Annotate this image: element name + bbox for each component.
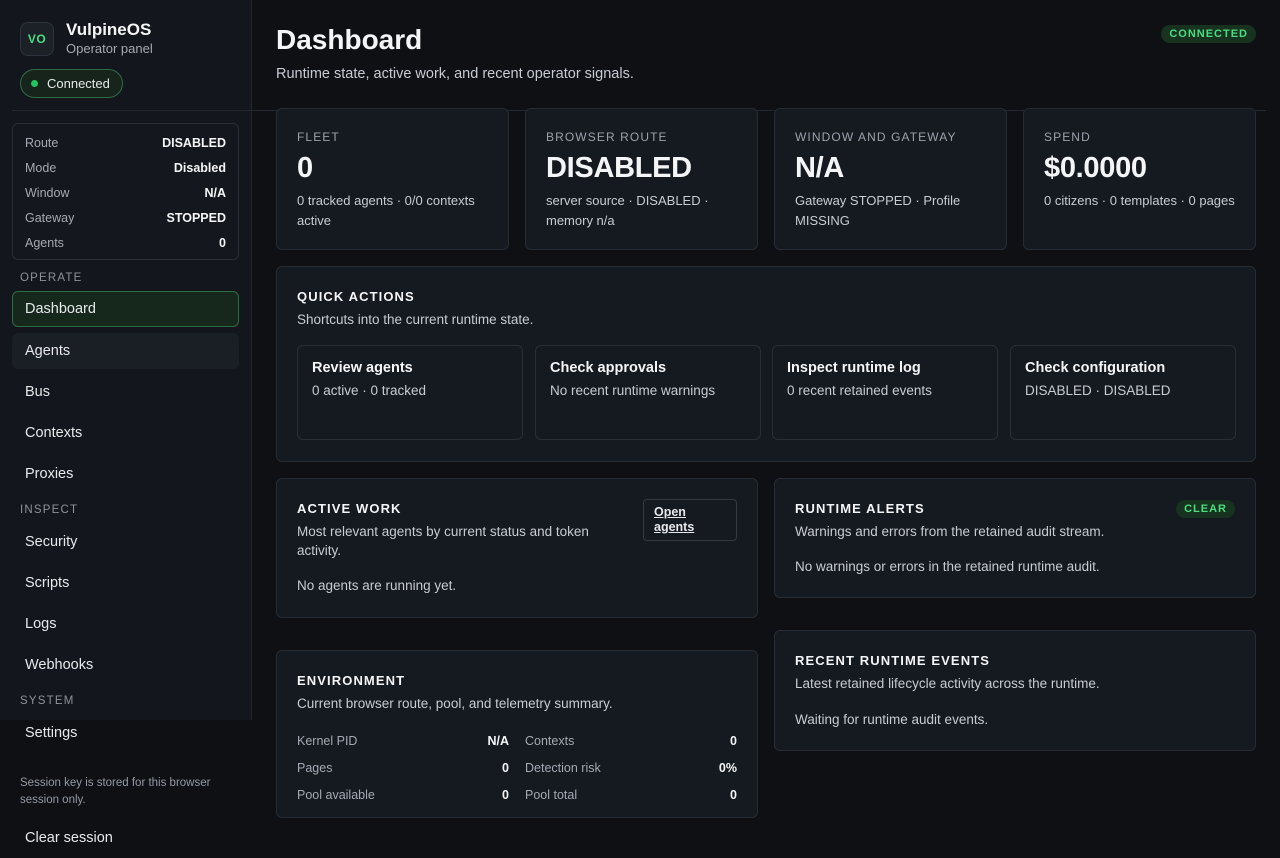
- env-row: Kernel PID N/A Contexts 0: [297, 727, 737, 754]
- environment-panel: ENVIRONMENT Current browser route, pool,…: [276, 650, 758, 818]
- alerts-clear-badge: CLEAR: [1176, 500, 1235, 518]
- status-row-agents: Agents 0: [25, 235, 226, 250]
- page-title: Dashboard: [276, 24, 423, 55]
- quick-actions-title: QUICK ACTIONS: [297, 289, 415, 304]
- stat-card-spend: SPEND $0.0000 0 citizens · 0 templates ·…: [1023, 108, 1256, 250]
- nav-section-operate: OPERATE: [20, 272, 83, 284]
- recent-events-panel: RECENT RUNTIME EVENTS Latest retained li…: [774, 630, 1256, 751]
- environment-title: ENVIRONMENT: [297, 673, 406, 688]
- env-pool-available: Pool available 0: [297, 787, 509, 802]
- quick-actions-panel: QUICK ACTIONS Shortcuts into the current…: [276, 266, 1256, 462]
- environment-metrics: Kernel PID N/A Contexts 0 Pages 0 Detect…: [297, 727, 737, 808]
- env-detection-risk: Detection risk 0%: [525, 760, 737, 775]
- status-row-window: Window N/A: [25, 185, 226, 200]
- sidebar-item-dashboard[interactable]: Dashboard: [12, 291, 239, 327]
- active-work-title: ACTIVE WORK: [297, 501, 402, 516]
- env-pages: Pages 0: [297, 760, 509, 775]
- brand: VO VulpineOS Operator panel: [20, 20, 153, 58]
- sidebar-item-bus[interactable]: Bus: [12, 374, 239, 410]
- clear-session-button[interactable]: Clear session: [12, 820, 239, 856]
- sidebar-item-contexts[interactable]: Contexts: [12, 415, 239, 451]
- connected-badge: CONNECTED: [1161, 25, 1256, 43]
- sidebar-item-agents[interactable]: Agents: [12, 333, 239, 369]
- sidebar-item-settings[interactable]: Settings: [12, 715, 239, 751]
- runtime-alerts-empty: No warnings or errors in the retained ru…: [795, 559, 1100, 574]
- nav-section-system: SYSTEM: [20, 695, 75, 707]
- sidebar-item-security[interactable]: Security: [12, 524, 239, 560]
- open-agents-button[interactable]: Open agents: [643, 499, 737, 541]
- runtime-alerts-panel: RUNTIME ALERTS CLEAR Warnings and errors…: [774, 478, 1256, 598]
- stat-card-window-gateway: WINDOW AND GATEWAY N/A Gateway STOPPED ·…: [774, 108, 1007, 250]
- sidebar-item-scripts[interactable]: Scripts: [12, 565, 239, 601]
- nav-section-inspect: INSPECT: [20, 504, 79, 516]
- recent-events-empty: Waiting for runtime audit events.: [795, 712, 989, 727]
- runtime-alerts-desc: Warnings and errors from the retained au…: [795, 524, 1105, 539]
- brand-logo: VO: [20, 22, 54, 56]
- status-row-gateway: Gateway STOPPED: [25, 210, 226, 225]
- connection-label: Connected: [47, 76, 110, 91]
- status-row-route: Route DISABLED: [25, 135, 226, 150]
- stat-card-fleet: FLEET 0 0 tracked agents · 0/0 contexts …: [276, 108, 509, 250]
- env-pool-total: Pool total 0: [525, 787, 737, 802]
- page-subtitle: Runtime state, active work, and recent o…: [276, 66, 634, 82]
- brand-subtitle: Operator panel: [66, 41, 153, 56]
- environment-desc: Current browser route, pool, and telemet…: [297, 696, 613, 711]
- recent-events-desc: Latest retained lifecycle activity acros…: [795, 676, 1100, 691]
- active-work-panel: ACTIVE WORK Most relevant agents by curr…: [276, 478, 758, 618]
- brand-name: VulpineOS: [66, 20, 152, 39]
- env-contexts: Contexts 0: [525, 733, 737, 748]
- recent-events-title: RECENT RUNTIME EVENTS: [795, 653, 991, 668]
- quick-action-inspect-runtime-log[interactable]: Inspect runtime log 0 recent retained ev…: [772, 345, 998, 440]
- sidebar-item-proxies[interactable]: Proxies: [12, 456, 239, 492]
- quick-action-check-approvals[interactable]: Check approvals No recent runtime warnin…: [535, 345, 761, 440]
- runtime-alerts-title: RUNTIME ALERTS: [795, 501, 925, 516]
- session-note: Session key is stored for this browser s…: [20, 777, 211, 806]
- active-work-desc: Most relevant agents by current status a…: [297, 524, 589, 558]
- quick-action-check-configuration[interactable]: Check configuration DISABLED · DISABLED: [1010, 345, 1236, 440]
- sidebar-item-webhooks[interactable]: Webhooks: [12, 647, 239, 683]
- quick-action-review-agents[interactable]: Review agents 0 active · 0 tracked: [297, 345, 523, 440]
- runtime-status-summary: Route DISABLED Mode Disabled Window N/A …: [12, 123, 239, 260]
- status-row-mode: Mode Disabled: [25, 160, 226, 175]
- active-work-empty: No agents are running yet.: [297, 578, 457, 593]
- quick-actions-desc: Shortcuts into the current runtime state…: [297, 312, 534, 327]
- sidebar-item-logs[interactable]: Logs: [12, 606, 239, 642]
- stat-card-browser-route: BROWSER ROUTE DISABLED server source · D…: [525, 108, 758, 250]
- connection-status-pill: Connected: [20, 69, 123, 98]
- env-row: Pool available 0 Pool total 0: [297, 781, 737, 808]
- env-kernel-pid: Kernel PID N/A: [297, 733, 509, 748]
- env-row: Pages 0 Detection risk 0%: [297, 754, 737, 781]
- connected-dot-icon: [31, 80, 38, 87]
